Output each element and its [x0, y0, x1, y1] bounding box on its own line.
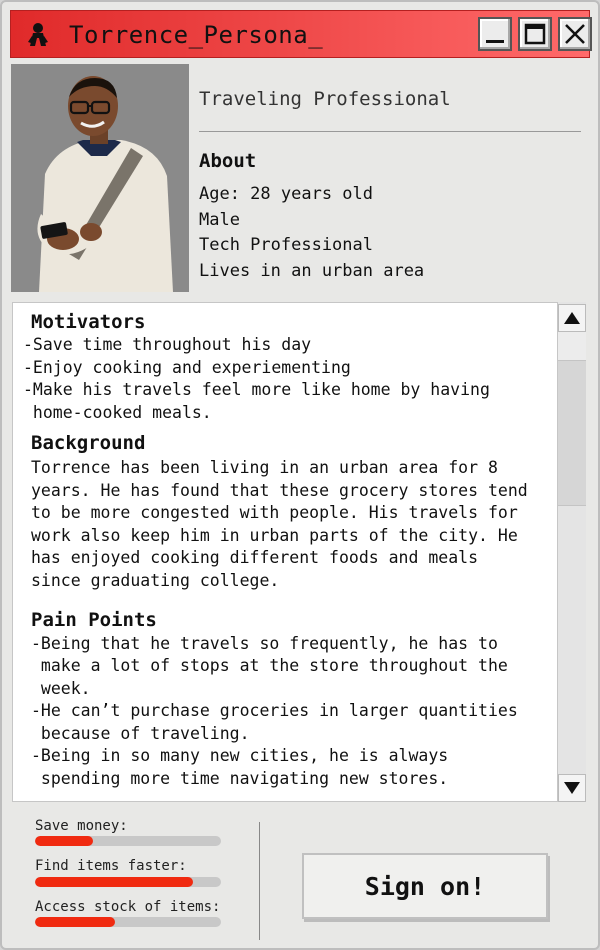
- goal-bar-find-items: [35, 877, 221, 887]
- about-list: Age: 28 years old Male Tech Professional…: [199, 182, 424, 284]
- background-line: to be more congested with people. His tr…: [31, 503, 518, 522]
- footer-divider: [259, 822, 260, 940]
- scroll-track[interactable]: [558, 332, 586, 360]
- sign-on-button[interactable]: Sign on!: [302, 853, 548, 919]
- persona-window: Torrence_Persona_ Traveling Professional…: [0, 0, 600, 950]
- background-line: years. He has found that these grocery s…: [31, 480, 528, 500]
- goal-bar-fill: [35, 877, 194, 887]
- pain-points-line: -He can’t purchase groceries in larger q…: [31, 701, 518, 720]
- pain-points-line: spending more time navigating new stores…: [31, 768, 449, 788]
- pain-points-line: -Being that he travels so frequently, he…: [31, 633, 498, 653]
- pain-points-line: week.: [31, 678, 91, 698]
- background-line: since graduating college.: [31, 570, 280, 590]
- pain-points-line: make a lot of stops at the store through…: [31, 656, 508, 675]
- persona-photo-image: [11, 64, 189, 292]
- pain-points-line: because of traveling.: [31, 723, 250, 743]
- motivators-line: -Make his travels feel more like home by…: [23, 380, 490, 399]
- minimize-icon: [486, 40, 504, 43]
- close-button[interactable]: [558, 17, 592, 51]
- motivators-heading: Motivators: [31, 311, 146, 333]
- window-title: Torrence_Persona_: [69, 21, 324, 49]
- scroll-down-button[interactable]: [558, 774, 586, 802]
- background-line: Torrence has been living in an urban are…: [31, 458, 498, 477]
- person-icon: [25, 22, 51, 48]
- goal-label-find-items: Find items faster:: [35, 858, 187, 874]
- about-item-age: Age: 28 years old: [199, 184, 373, 204]
- minimize-button[interactable]: [478, 17, 512, 51]
- goal-bar-fill: [35, 836, 93, 846]
- about-item-gender: Male: [199, 209, 240, 230]
- header-divider: [199, 131, 581, 132]
- goal-label-access-stock: Access stock of items:: [35, 899, 221, 915]
- motivators-line: -Save time throughout his day: [23, 335, 312, 354]
- about-item-location: Lives in an urban area: [199, 260, 425, 281]
- motivators-line: home-cooked meals.: [23, 402, 212, 422]
- motivators-line: -Enjoy cooking and experiementing: [23, 357, 351, 377]
- close-icon: [565, 24, 585, 44]
- scroll-thumb[interactable]: [558, 360, 586, 506]
- scroll-up-button[interactable]: [558, 304, 586, 332]
- title-bar[interactable]: Torrence_Persona_: [10, 10, 592, 58]
- maximize-button[interactable]: [518, 17, 552, 51]
- pain-points-heading: Pain Points: [31, 609, 157, 631]
- goal-bar-access-stock: [35, 917, 221, 927]
- background-line: has enjoyed cooking different foods and …: [31, 548, 479, 567]
- persona-photo: [11, 64, 189, 292]
- goal-bar-fill: [35, 917, 115, 927]
- background-line: work also keep him in urban parts of the…: [31, 525, 518, 545]
- goal-bar-save-money: [35, 836, 221, 846]
- background-heading: Background: [31, 432, 146, 454]
- pain-points-line: -Being in so many new cities, he is alwa…: [31, 746, 449, 765]
- about-heading: About: [199, 150, 257, 172]
- persona-subtitle: Traveling Professional: [199, 88, 451, 110]
- vertical-scrollbar[interactable]: [558, 302, 586, 802]
- triangle-down-icon: [564, 782, 580, 794]
- persona-details-panel[interactable]: Motivators -Save time throughout his day…: [12, 302, 558, 802]
- goal-label-save-money: Save money:: [35, 818, 128, 834]
- about-item-occupation: Tech Professional: [199, 235, 373, 255]
- triangle-up-icon: [564, 312, 580, 324]
- maximize-icon: [524, 23, 546, 45]
